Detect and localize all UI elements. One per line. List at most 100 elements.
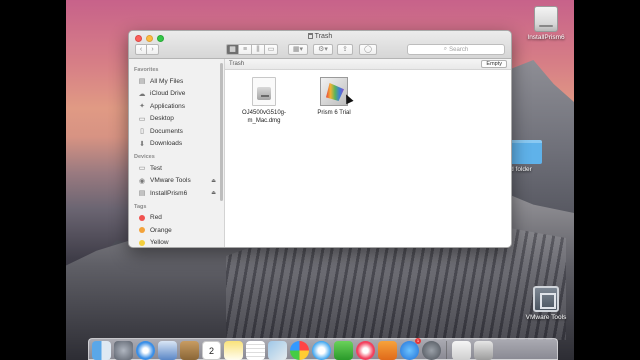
reminders-icon[interactable] bbox=[246, 341, 265, 360]
file-browser: Trash Empty OJ4500vG510g- m_Mac.dmg Pris… bbox=[225, 59, 511, 247]
photos-icon[interactable] bbox=[290, 341, 309, 360]
sidebar-item-label: Test bbox=[150, 164, 162, 172]
icon-view-button[interactable]: ▦ bbox=[226, 44, 239, 55]
back-button[interactable]: ‹ bbox=[135, 44, 147, 55]
forward-button[interactable]: › bbox=[147, 44, 159, 55]
mail-icon[interactable] bbox=[158, 341, 177, 360]
search-icon: ⌕ bbox=[443, 46, 448, 52]
notes-icon[interactable] bbox=[224, 341, 243, 360]
red-tag-dot-icon bbox=[139, 214, 145, 221]
eject-icon[interactable]: ⏏ bbox=[211, 178, 216, 184]
edit-tags-button[interactable]: ◯ bbox=[359, 44, 377, 55]
calendar-icon[interactable]: 2 bbox=[202, 341, 221, 360]
sidebar-section-favorites: Favorites bbox=[134, 67, 159, 73]
sidebar-item-label: VMware Tools bbox=[150, 177, 191, 185]
external-drive-icon bbox=[534, 6, 558, 32]
messages-icon[interactable] bbox=[312, 341, 331, 360]
list-view-button[interactable]: ≡ bbox=[239, 44, 252, 55]
file-item-prism[interactable]: Prism 6 Trial bbox=[303, 77, 365, 117]
sidebar-item-downloads[interactable]: ⬇ Downloads bbox=[129, 138, 224, 151]
sidebar-item-label: Documents bbox=[150, 127, 183, 135]
sidebar-item-installprism6[interactable]: ▤ InstallPrism6 ⏏ bbox=[129, 187, 224, 200]
app-store-badge: 1 bbox=[415, 338, 421, 344]
arrange-button[interactable]: ▦▾ bbox=[288, 44, 308, 55]
app-store-icon[interactable]: 1 bbox=[400, 338, 421, 360]
yellow-tag-dot-icon bbox=[139, 239, 145, 246]
safari-icon[interactable] bbox=[136, 341, 155, 360]
view-mode-buttons: ▦ ≡ ⫼ ▭ bbox=[226, 44, 278, 55]
vmware-disc-icon bbox=[533, 286, 559, 312]
sidebar-item-icloud-drive[interactable]: ☁ iCloud Drive bbox=[129, 88, 224, 101]
file-name-line2: m_Mac.dmg bbox=[247, 118, 281, 125]
documents-icon: ▯ bbox=[140, 128, 144, 136]
sidebar-item-test[interactable]: ▭ Test bbox=[129, 162, 224, 175]
sidebar-item-label: Desktop bbox=[150, 115, 174, 123]
empty-trash-button[interactable]: Empty bbox=[481, 60, 507, 68]
finder-icon[interactable] bbox=[92, 341, 111, 360]
sidebar-item-desktop[interactable]: ▭ Desktop bbox=[129, 113, 224, 126]
sidebar-item-label: Applications bbox=[150, 102, 186, 110]
computer-icon: ▭ bbox=[138, 165, 146, 173]
sidebar-item-label: iCloud Drive bbox=[150, 90, 186, 98]
sidebar-item-all-my-files[interactable]: ▤ All My Files bbox=[129, 75, 224, 88]
folder-icon bbox=[510, 140, 542, 164]
dock: 2 1 bbox=[88, 338, 558, 360]
file-item-dmg[interactable]: OJ4500vG510g- m_Mac.dmg bbox=[233, 77, 295, 125]
title-bar: Trash ‹ › ▦ ≡ ⫼ ▭ ▦▾ ⚙▾ ⇪ ◯ ⌕ Search bbox=[129, 31, 511, 59]
window-title: Trash bbox=[129, 33, 511, 40]
prism-app-icon bbox=[320, 77, 354, 106]
action-gear-button[interactable]: ⚙▾ bbox=[313, 44, 333, 55]
ibooks-icon[interactable] bbox=[378, 341, 397, 360]
desktop-vmware-label: VMware Tools bbox=[525, 314, 567, 321]
sidebar-item-vmware-tools[interactable]: ◉ VMware Tools ⏏ bbox=[129, 175, 224, 188]
sidebar-section-tags: Tags bbox=[134, 203, 147, 210]
disc-icon: ◉ bbox=[138, 177, 146, 185]
cover-flow-button[interactable]: ▭ bbox=[265, 44, 278, 55]
path-label: Trash bbox=[229, 61, 245, 67]
sidebar-item-tag-orange[interactable]: Orange bbox=[129, 224, 224, 237]
launchpad-icon[interactable] bbox=[114, 341, 133, 360]
navigation-buttons: ‹ › bbox=[135, 44, 159, 55]
downloads-icon: ⬇ bbox=[139, 140, 145, 148]
desktop-install-drive[interactable]: InstallPrism6 bbox=[524, 6, 568, 41]
all-files-icon: ▤ bbox=[138, 78, 146, 86]
search-placeholder: Search bbox=[449, 46, 469, 53]
sidebar-item-applications[interactable]: ✦ Applications bbox=[129, 100, 224, 113]
eject-icon[interactable]: ⏏ bbox=[211, 190, 216, 196]
mouse-pointer-icon bbox=[342, 92, 354, 105]
downloads-stack-icon[interactable] bbox=[452, 341, 471, 360]
contacts-icon[interactable] bbox=[180, 341, 199, 360]
trash-icon[interactable] bbox=[474, 341, 493, 360]
dock-separator bbox=[446, 341, 447, 359]
file-name-line1: OJ4500vG510g- bbox=[241, 110, 287, 116]
column-view-button[interactable]: ⫼ bbox=[252, 44, 265, 55]
cloud-icon: ☁ bbox=[138, 90, 146, 98]
sidebar-item-label: Red bbox=[150, 214, 162, 222]
facetime-icon[interactable] bbox=[334, 341, 353, 360]
sidebar-item-label: Yellow bbox=[150, 239, 169, 247]
desktop-install-drive-label: InstallPrism6 bbox=[527, 34, 565, 41]
applications-icon: ✦ bbox=[139, 103, 145, 111]
file-name-line1: Prism 6 Trial bbox=[317, 110, 351, 116]
sidebar-item-label: Downloads bbox=[150, 140, 183, 148]
sidebar-item-tag-red[interactable]: Red bbox=[129, 212, 224, 225]
orange-tag-dot-icon bbox=[139, 227, 145, 234]
drive-icon: ▤ bbox=[138, 190, 146, 198]
sidebar-item-documents[interactable]: ▯ Documents bbox=[129, 125, 224, 138]
sidebar: Favorites ▤ All My Files ☁ iCloud Drive … bbox=[129, 59, 225, 247]
trash-icon bbox=[307, 33, 313, 39]
path-bar: Trash Empty bbox=[225, 59, 511, 70]
sidebar-section-devices: Devices bbox=[134, 154, 155, 160]
sidebar-scrollbar[interactable] bbox=[220, 63, 223, 201]
maps-icon[interactable] bbox=[268, 341, 287, 360]
sidebar-item-label: InstallPrism6 bbox=[150, 189, 188, 197]
system-preferences-icon[interactable] bbox=[422, 341, 441, 360]
desktop-vmware-tools[interactable]: VMware Tools bbox=[522, 286, 570, 321]
search-input[interactable]: ⌕ Search bbox=[407, 44, 505, 55]
sidebar-item-label: Orange bbox=[150, 226, 172, 234]
sidebar-item-tag-yellow[interactable]: Yellow bbox=[129, 237, 224, 248]
calendar-day: 2 bbox=[208, 346, 214, 356]
window-title-text: Trash bbox=[314, 33, 333, 40]
itunes-icon[interactable] bbox=[356, 341, 375, 360]
share-button[interactable]: ⇪ bbox=[337, 44, 353, 55]
